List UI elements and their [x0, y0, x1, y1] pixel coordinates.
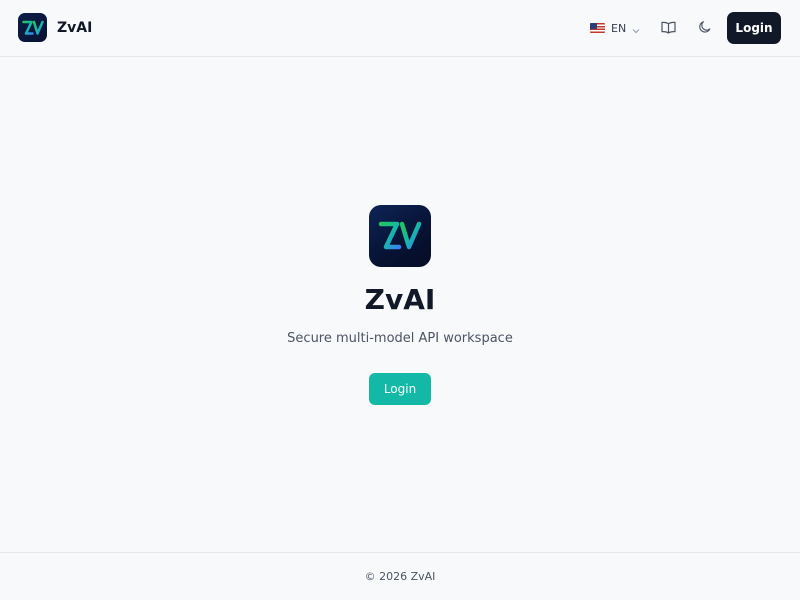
- hero-subtitle: Secure multi-model API workspace: [287, 331, 513, 346]
- zvai-logo-icon: [18, 13, 47, 42]
- docs-button[interactable]: [656, 16, 680, 40]
- brand[interactable]: ZvAI: [18, 13, 92, 42]
- chevron-down-icon: [632, 19, 640, 38]
- theme-toggle-button[interactable]: [693, 16, 717, 40]
- language-selector[interactable]: EN: [590, 19, 640, 37]
- hero-title: ZvAI: [364, 283, 436, 316]
- us-flag-icon: [590, 23, 605, 33]
- header-login-button[interactable]: Login: [727, 12, 781, 44]
- hero-login-button[interactable]: Login: [369, 373, 431, 405]
- footer-copyright: © 2026 ZvAI: [364, 570, 436, 583]
- book-open-icon: [660, 19, 676, 38]
- footer: © 2026 ZvAI: [0, 552, 800, 600]
- top-nav-bar: ZvAI EN Login: [0, 0, 800, 57]
- brand-name: ZvAI: [57, 19, 93, 36]
- moon-icon: [698, 19, 712, 38]
- hero-logo-icon: [369, 205, 431, 267]
- language-code: EN: [611, 21, 627, 35]
